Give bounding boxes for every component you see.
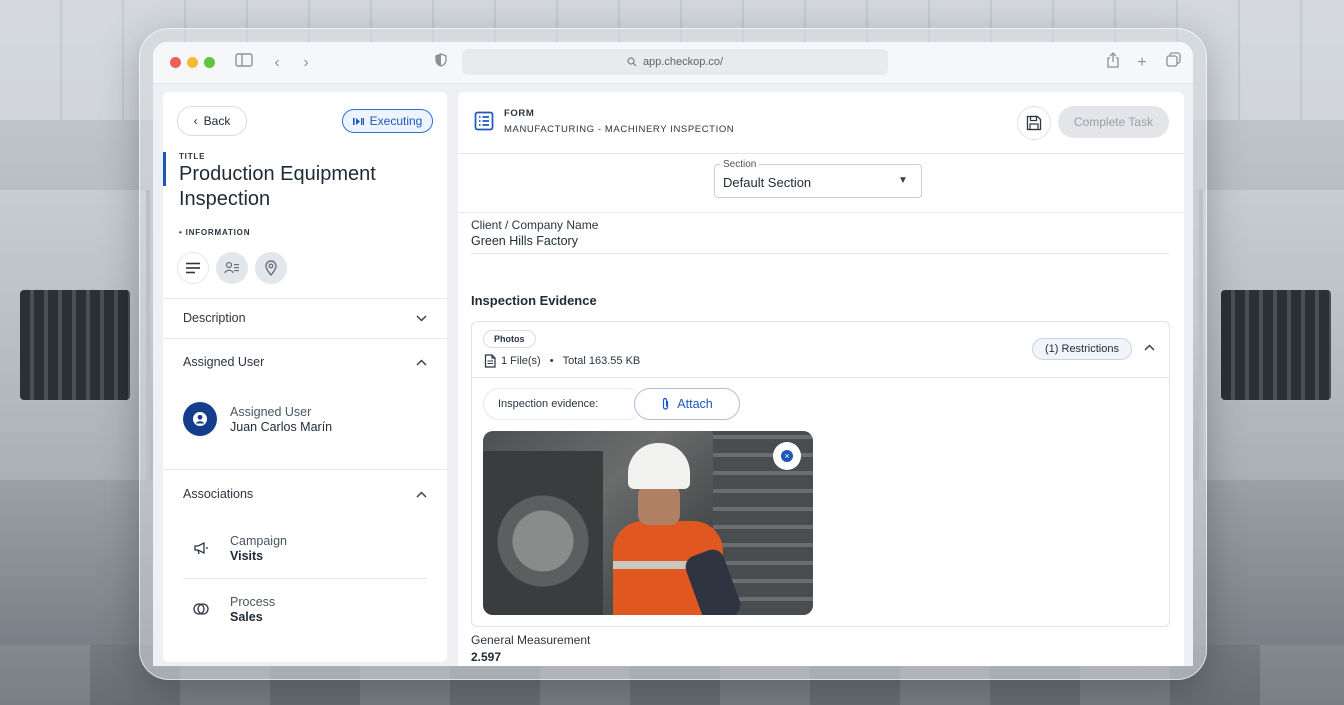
url-text: app.checkop.co/	[642, 56, 724, 68]
evidence-card: Photos 1 File(s) • Total 163.55 KB (1) R…	[471, 321, 1170, 627]
new-tab-icon[interactable]: +	[1131, 52, 1153, 74]
chevron-up-icon	[416, 490, 427, 498]
caret-down-icon: ▼	[898, 175, 908, 186]
assigned-user-section-header[interactable]: Assigned User	[183, 352, 427, 372]
megaphone-icon	[191, 538, 211, 558]
background-machine-left	[0, 190, 150, 480]
assigned-user-name: Juan Carlos Marín	[230, 420, 333, 434]
background-machine-right	[1199, 190, 1344, 480]
task-details-panel: ‹ Back Executing TITLE Production Equipm…	[163, 92, 447, 662]
form-breadcrumb: MANUFACTURING - MACHINERY INSPECTION	[504, 124, 735, 135]
back-arrow-icon[interactable]: ‹	[266, 52, 288, 74]
details-tab-button[interactable]	[177, 252, 209, 284]
window-close-button[interactable]	[170, 57, 181, 68]
paperclip-icon	[663, 397, 669, 410]
association-value: Sales	[230, 610, 263, 624]
measurement-field-value[interactable]: 2.597	[471, 650, 501, 664]
section-select-label: Section	[720, 159, 760, 170]
location-pin-icon	[265, 260, 277, 276]
tabs-overview-icon[interactable]	[1162, 52, 1184, 74]
task-title: Production Equipment Inspection	[179, 163, 376, 210]
divider	[458, 153, 1184, 154]
evidence-photo[interactable]: ×	[483, 431, 813, 615]
close-icon: ×	[781, 450, 793, 462]
save-button[interactable]	[1017, 106, 1051, 140]
photo-hard-hat	[628, 443, 690, 489]
search-icon	[627, 57, 637, 67]
divider	[183, 578, 427, 579]
avatar	[183, 402, 217, 436]
browser-toolbar: ‹ › app.checkop.co/ +	[153, 42, 1193, 84]
sidebar-toggle-icon[interactable]	[233, 52, 255, 74]
list-lines-icon	[186, 262, 200, 274]
photo-worker-face	[638, 485, 680, 525]
evidence-section-title: Inspection Evidence	[471, 293, 597, 308]
form-label: FORM	[504, 108, 535, 119]
section-select-value: Default Section	[723, 175, 812, 190]
share-icon[interactable]	[1102, 52, 1124, 74]
tablet-screen: ‹ › app.checkop.co/ + ‹ Back Executing T…	[153, 42, 1193, 666]
description-section-header[interactable]: Description	[183, 308, 427, 328]
chevron-down-icon	[416, 314, 427, 322]
restrictions-button[interactable]: (1) Restrictions	[1032, 338, 1132, 360]
chevron-up-icon	[416, 358, 427, 366]
file-count: 1 File(s)	[501, 355, 541, 367]
forward-arrow-icon[interactable]: ›	[295, 52, 317, 74]
divider	[163, 469, 447, 470]
attach-button[interactable]: Attach	[634, 388, 740, 420]
association-label: Process	[230, 595, 276, 609]
divider	[458, 212, 1184, 213]
associations-section-header[interactable]: Associations	[183, 484, 427, 504]
back-button[interactable]: ‹ Back	[177, 106, 247, 136]
form-document-icon	[474, 111, 494, 131]
chevron-left-icon: ‹	[193, 114, 198, 128]
user-icon	[193, 412, 207, 426]
file-separator: •	[549, 355, 554, 367]
window-minimize-button[interactable]	[187, 57, 198, 68]
form-panel: FORM MANUFACTURING - MACHINERY INSPECTIO…	[458, 92, 1184, 666]
address-bar[interactable]: app.checkop.co/	[462, 49, 888, 75]
shield-icon[interactable]	[430, 52, 452, 74]
photos-chip: Photos	[483, 330, 536, 348]
save-icon	[1026, 115, 1042, 131]
file-total-size: Total 163.55 KB	[562, 355, 641, 367]
association-value: Visits	[230, 549, 264, 563]
window-maximize-button[interactable]	[204, 57, 215, 68]
status-badge[interactable]: Executing	[342, 109, 433, 133]
complete-task-button[interactable]: Complete Task	[1058, 106, 1169, 138]
measurement-field-label: General Measurement	[471, 633, 591, 647]
file-info: 1 File(s) • Total 163.55 KB	[484, 354, 640, 368]
client-field-value[interactable]: Green Hills Factory	[471, 234, 578, 248]
process-icon	[191, 599, 211, 619]
photo-lathe	[483, 451, 603, 615]
divider	[163, 338, 447, 339]
title-accent-bar	[163, 152, 166, 186]
users-icon	[224, 261, 239, 274]
remove-photo-button[interactable]: ×	[773, 442, 801, 470]
divider	[472, 377, 1169, 378]
title-label: TITLE	[179, 152, 206, 161]
field-underline	[471, 253, 1169, 254]
divider	[163, 298, 447, 299]
play-pause-icon	[352, 117, 364, 125]
file-icon	[484, 354, 496, 368]
location-tab-button[interactable]	[255, 252, 287, 284]
client-field-label: Client / Company Name	[471, 218, 599, 232]
association-label: Campaign	[230, 534, 287, 548]
assigned-user-label: Assigned User	[230, 405, 312, 419]
chevron-up-icon[interactable]	[1144, 342, 1155, 354]
evidence-field-label: Inspection evidence:	[483, 388, 643, 420]
information-label: • INFORMATION	[179, 228, 251, 237]
users-tab-button[interactable]	[216, 252, 248, 284]
